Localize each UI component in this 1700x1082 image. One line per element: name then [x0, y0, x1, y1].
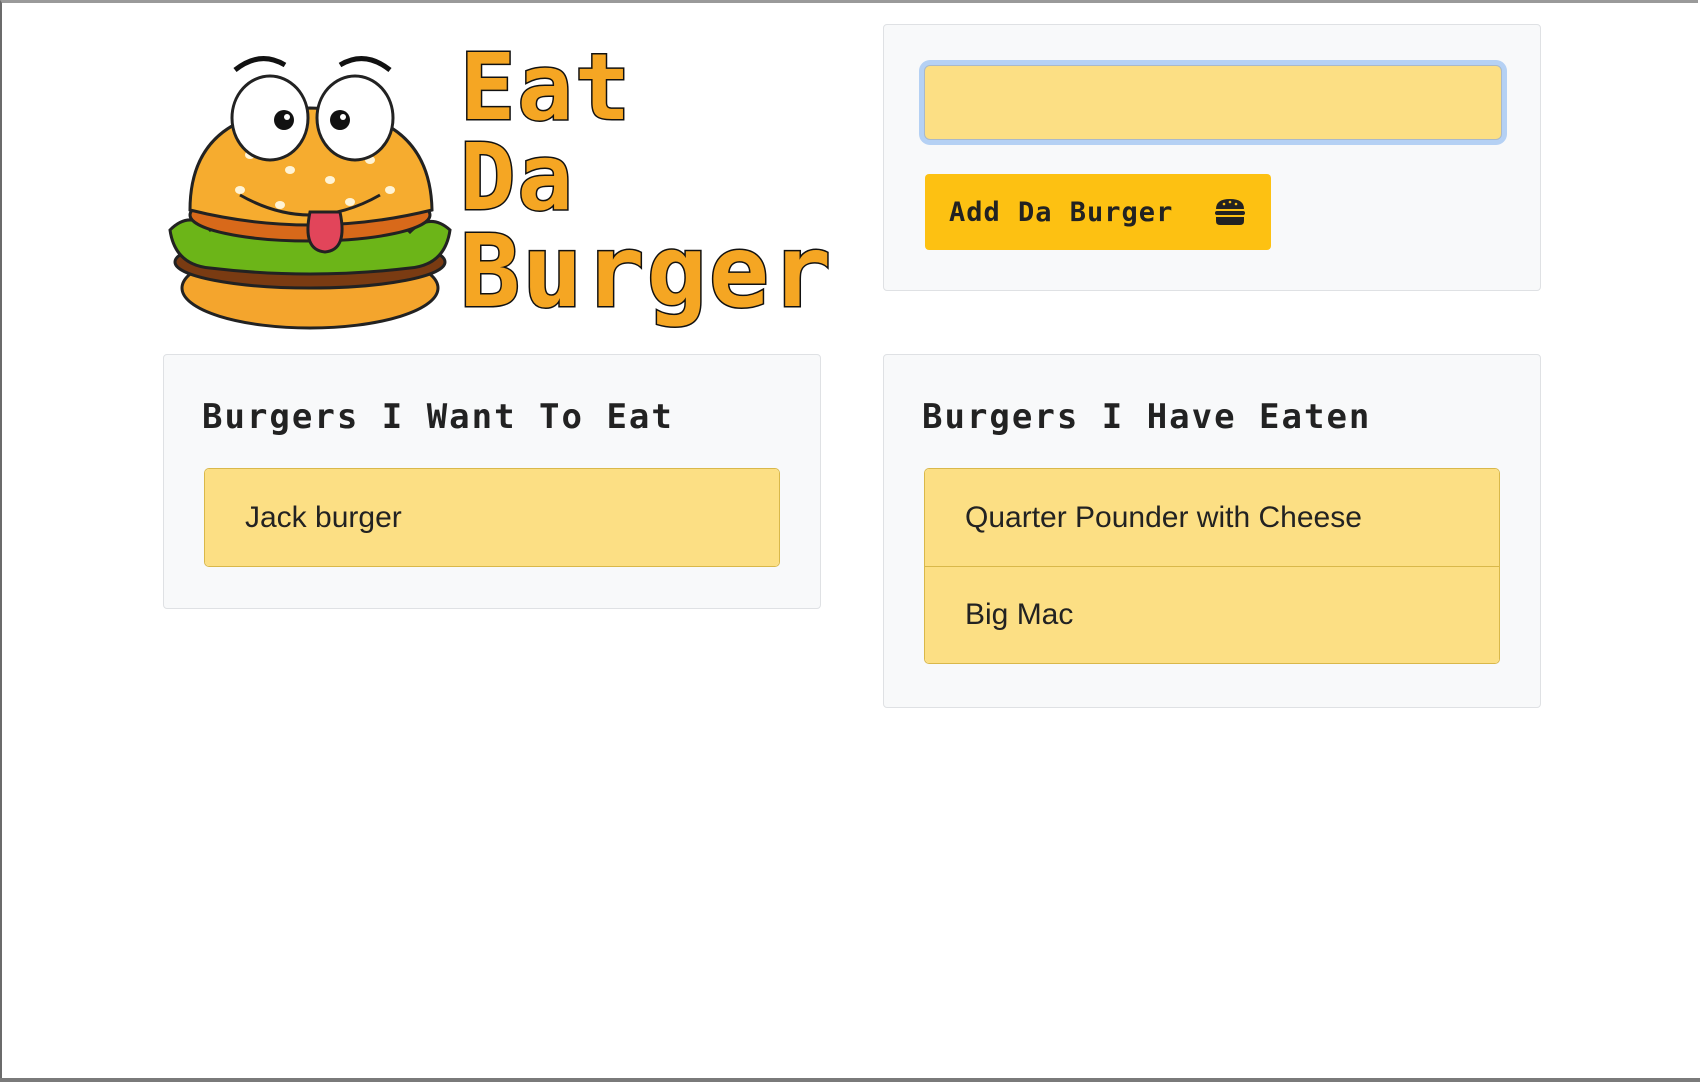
want-to-eat-heading: Burgers I Want To Eat — [202, 397, 674, 437]
list-item[interactable]: Big Mac — [925, 566, 1499, 663]
want-to-eat-panel: Burgers I Want To Eat Jack burger — [163, 354, 821, 609]
have-eaten-heading: Burgers I Have Eaten — [922, 397, 1372, 437]
add-burger-button-label: Add Da Burger — [949, 196, 1174, 228]
logo-word-eat: Eat — [458, 34, 633, 141]
hamburger-icon — [1213, 197, 1247, 227]
burger-name-input[interactable] — [924, 65, 1502, 140]
add-burger-panel: Add Da Burger — [883, 24, 1541, 291]
logo: Eat Da Burger — [160, 34, 833, 340]
logo-word-burger: Burger — [458, 213, 834, 330]
have-eaten-panel: Burgers I Have Eaten Quarter Pounder wit… — [883, 354, 1541, 708]
add-burger-button[interactable]: Add Da Burger — [925, 174, 1271, 250]
have-eaten-list: Quarter Pounder with Cheese Big Mac — [924, 468, 1500, 664]
logo-word-da: Da — [459, 124, 575, 231]
window-bottom-edge — [0, 1078, 1700, 1082]
list-item[interactable]: Quarter Pounder with Cheese — [925, 469, 1499, 566]
want-to-eat-list: Jack burger — [204, 468, 780, 567]
burger-mascot-icon — [168, 56, 452, 330]
list-item[interactable]: Jack burger — [205, 469, 779, 566]
